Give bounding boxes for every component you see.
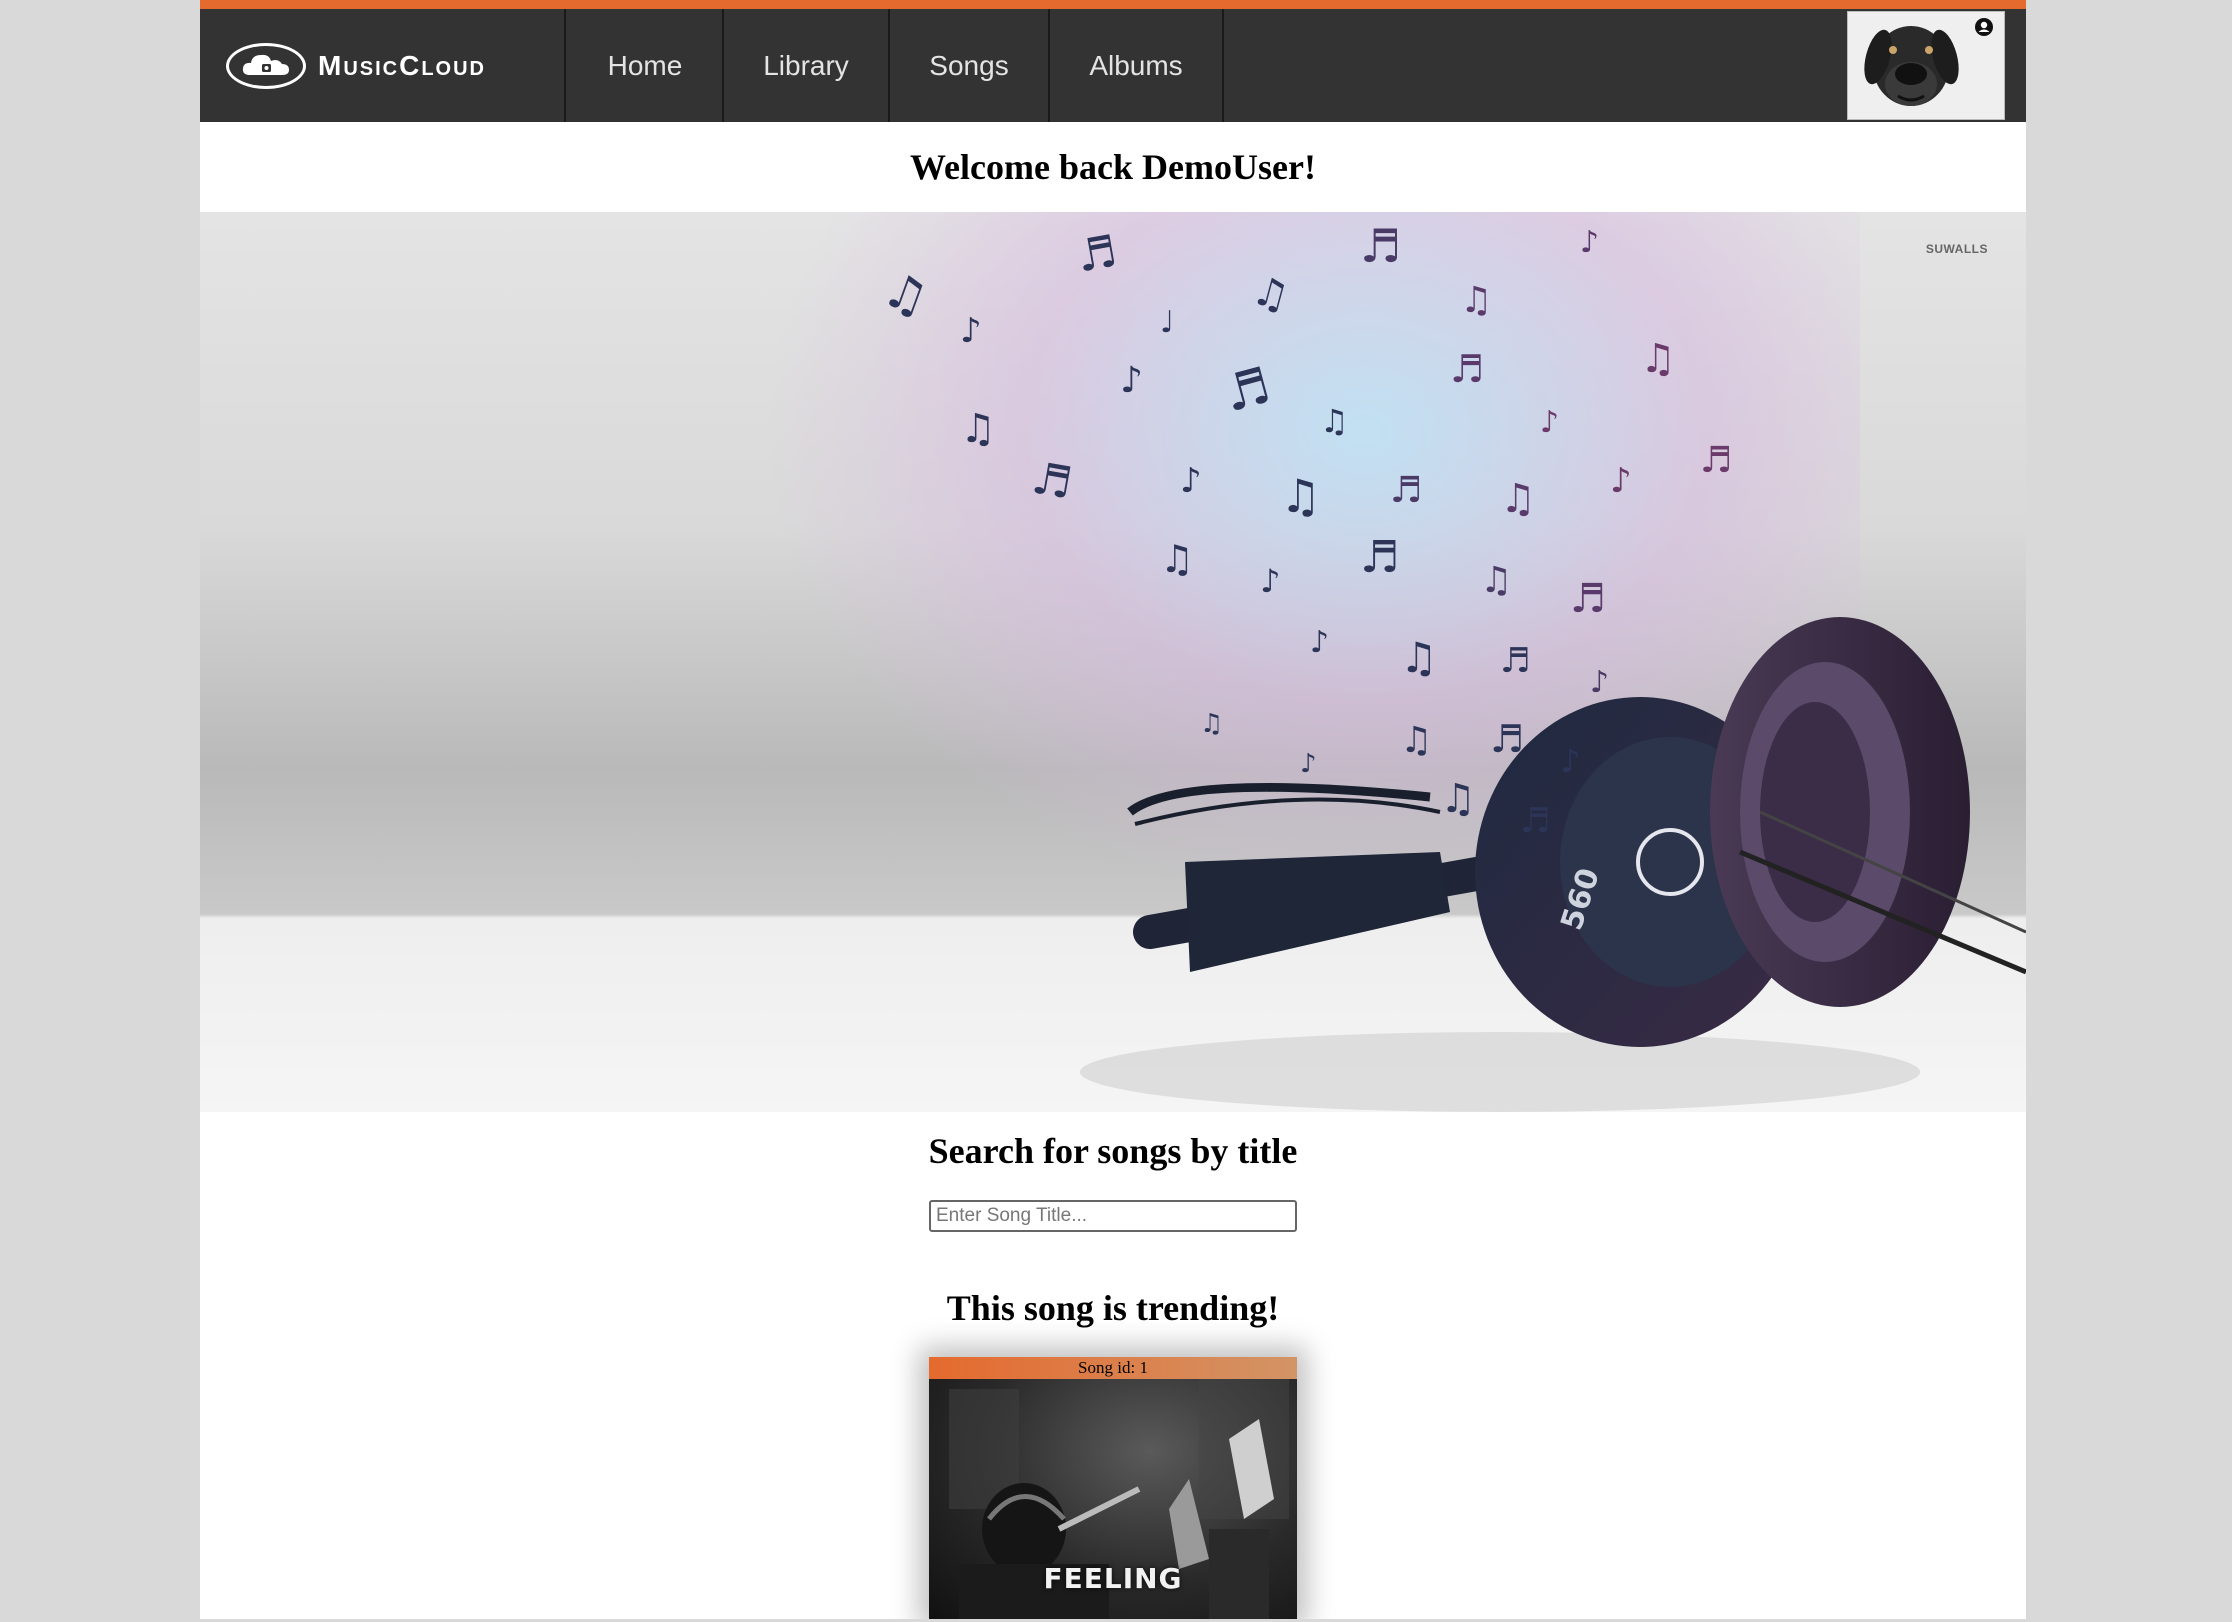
svg-text:♫: ♫ <box>1460 280 1492 321</box>
nav-library[interactable]: Library <box>724 9 890 122</box>
brand-link[interactable]: MusicCloud <box>200 9 566 122</box>
trending-heading: This song is trending! <box>946 1288 1280 1328</box>
song-cover-art: FEELING <box>929 1379 1297 1619</box>
svg-text:♪: ♪ <box>1580 225 1599 260</box>
svg-text:♬: ♬ <box>1490 717 1524 761</box>
svg-text:♫: ♫ <box>1440 776 1476 822</box>
svg-text:♬: ♬ <box>1073 226 1121 283</box>
svg-text:♩: ♩ <box>1160 305 1174 340</box>
svg-text:♫: ♫ <box>1200 709 1223 739</box>
search-heading: Search for songs by title <box>928 1131 1298 1171</box>
svg-text:♬: ♬ <box>1500 641 1530 681</box>
svg-text:♪: ♪ <box>1300 749 1317 779</box>
navbar: MusicCloud Home Library Songs Albums <box>200 0 2026 122</box>
svg-text:♫: ♫ <box>1400 720 1432 761</box>
svg-text:♪: ♪ <box>1610 461 1632 501</box>
song-cover-title: FEELING <box>1043 1562 1183 1595</box>
nav-songs[interactable]: Songs <box>890 9 1050 122</box>
welcome-heading: Welcome back DemoUser! <box>910 147 1316 187</box>
hero-banner: 560 ♫ ♪ ♬ ♩ ♫ ♬ ♫ ♪ ♪ ♬ ♫ ♬ ♪ ♫ ♫ ♬ ♪ ♫ … <box>200 212 2026 1112</box>
svg-text:♫: ♫ <box>1320 402 1349 440</box>
svg-text:♫: ♫ <box>1480 560 1512 601</box>
profile-button[interactable] <box>1847 11 2005 120</box>
svg-text:♫: ♫ <box>876 261 936 328</box>
svg-text:♫: ♫ <box>1280 469 1321 523</box>
cloud-logo-icon <box>226 42 306 89</box>
svg-text:♬: ♬ <box>1520 801 1550 841</box>
svg-text:♫: ♫ <box>960 406 996 452</box>
hero-watermark: SUWALLS <box>1925 242 1988 256</box>
svg-text:♬: ♬ <box>1700 440 1732 481</box>
svg-text:♬: ♬ <box>1028 453 1076 510</box>
nav-albums[interactable]: Albums <box>1050 9 1224 122</box>
svg-text:♬: ♬ <box>1390 470 1422 511</box>
song-id-label: Song id: 1 <box>929 1357 1297 1379</box>
svg-text:♪: ♪ <box>1260 562 1280 600</box>
trending-song-card[interactable]: Song id: 1 FEELING <box>929 1357 1297 1619</box>
svg-text:♫: ♫ <box>1640 336 1676 382</box>
svg-text:♫: ♫ <box>1160 537 1194 581</box>
brand-name: MusicCloud <box>318 49 486 81</box>
user-circle-icon <box>1975 18 1993 36</box>
svg-text:♪: ♪ <box>1540 405 1559 440</box>
svg-text:♪: ♪ <box>1120 360 1143 401</box>
headphones-illustration: 560 ♫ ♪ ♬ ♩ ♫ ♬ ♫ ♪ ♪ ♬ ♫ ♬ ♪ ♫ ♫ ♬ ♪ ♫ … <box>876 219 2026 1112</box>
page: MusicCloud Home Library Songs Albums Wel… <box>200 0 2026 1619</box>
svg-text:♬: ♬ <box>1360 219 1401 273</box>
svg-text:♬: ♬ <box>1218 356 1276 424</box>
svg-text:♫: ♫ <box>1400 633 1438 682</box>
svg-text:♪: ♪ <box>1560 742 1580 780</box>
svg-text:♪: ♪ <box>1180 461 1202 501</box>
svg-text:♬: ♬ <box>1360 532 1399 583</box>
svg-text:♫: ♫ <box>1500 476 1536 522</box>
svg-text:♪: ♪ <box>960 311 982 351</box>
svg-text:♪: ♪ <box>1310 625 1329 660</box>
search-input[interactable] <box>929 1200 1297 1232</box>
svg-text:♬: ♬ <box>1570 576 1606 622</box>
svg-text:♬: ♬ <box>1450 347 1484 391</box>
svg-text:♫: ♫ <box>1247 267 1294 321</box>
svg-text:♪: ♪ <box>1590 665 1609 700</box>
nav-home[interactable]: Home <box>568 9 724 122</box>
